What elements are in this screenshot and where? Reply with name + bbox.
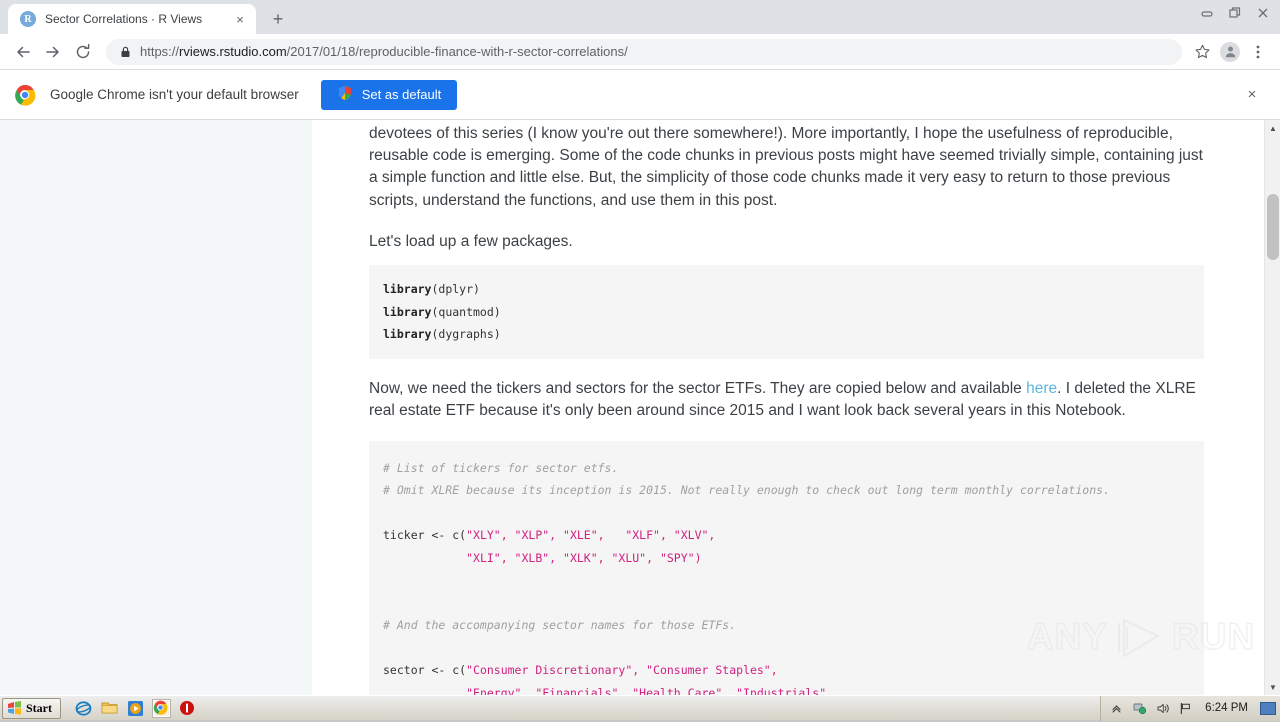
chrome-logo-icon <box>14 84 36 106</box>
page-scrollbar[interactable]: ▲ ▼ <box>1264 120 1280 695</box>
chrome-menu-icon[interactable] <box>1244 38 1272 66</box>
system-tray: 6:24 PM <box>1100 696 1280 721</box>
tab-strip: R Sector Correlations · R Views × + <box>0 0 1280 34</box>
scroll-up-icon[interactable]: ▲ <box>1265 120 1280 136</box>
google-chrome-icon[interactable] <box>153 700 170 717</box>
browser-window: R Sector Correlations · R Views × + <box>0 0 1280 695</box>
reload-icon[interactable] <box>68 37 98 67</box>
profile-avatar-icon[interactable] <box>1216 38 1244 66</box>
code-ticker-values-line1: "XLY", "XLP", "XLE", "XLF", "XLV", <box>466 528 715 542</box>
set-as-default-button[interactable]: Set as default <box>321 80 458 110</box>
lock-icon <box>118 46 132 58</box>
code-arg-dygraphs: (dygraphs) <box>431 327 500 341</box>
code-comment-tickers: # List of tickers for sector etfs. <box>383 461 618 475</box>
code-ticker-values-line2: "XLI", "XLB", "XLK", "XLU", "SPY") <box>466 551 701 565</box>
windows-taskbar: Start <box>0 695 1280 720</box>
window-controls <box>1194 2 1276 24</box>
page-viewport: devotees of this series (I know you're o… <box>0 120 1280 695</box>
show-desktop-icon[interactable] <box>1260 702 1276 715</box>
quick-launch-bar <box>75 700 196 717</box>
windows-flag-icon <box>7 701 22 715</box>
code-sector-prefix: sector <- c( <box>383 663 466 677</box>
volume-icon[interactable] <box>1155 701 1170 716</box>
forward-icon[interactable] <box>38 37 68 67</box>
stop-icon[interactable] <box>179 700 196 717</box>
code-ticker-prefix: ticker <- c( <box>383 528 466 542</box>
page-content: devotees of this series (I know you're o… <box>312 120 1264 695</box>
flag-icon[interactable] <box>1178 701 1193 716</box>
here-link[interactable]: here <box>1026 380 1057 397</box>
article-body: devotees of this series (I know you're o… <box>312 120 1264 695</box>
minimize-icon[interactable] <box>1194 2 1220 24</box>
code-comment-sectors: # And the accompanying sector names for … <box>383 618 736 632</box>
code-fn-library-3: library <box>383 327 431 341</box>
start-label: Start <box>26 701 52 716</box>
url-scheme-host: https://rviews.rstudio.com <box>140 44 287 59</box>
paragraph-tickers: Now, we need the tickers and sectors for… <box>369 359 1204 422</box>
browser-tab[interactable]: R Sector Correlations · R Views × <box>8 4 256 34</box>
address-bar[interactable]: https://rviews.rstudio.com/2017/01/18/re… <box>106 39 1182 65</box>
tab-title: Sector Correlations · R Views <box>45 12 232 26</box>
show-hidden-icons-icon[interactable] <box>1109 701 1124 716</box>
back-icon[interactable] <box>8 37 38 67</box>
infobar-message: Google Chrome isn't your default browser <box>50 87 299 102</box>
code-block-tickers-sectors: # List of tickers for sector etfs. # Omi… <box>369 441 1204 695</box>
new-tab-icon[interactable]: + <box>264 5 292 33</box>
network-icon[interactable] <box>1132 701 1147 716</box>
code-arg-dplyr: (dplyr) <box>431 282 479 296</box>
code-arg-quantmod: (quantmod) <box>431 305 500 319</box>
code-fn-library-2: library <box>383 305 431 319</box>
default-browser-infobar: Google Chrome isn't your default browser… <box>0 70 1280 120</box>
address-bar-url: https://rviews.rstudio.com/2017/01/18/re… <box>140 44 628 59</box>
code-fn-library-1: library <box>383 282 431 296</box>
paragraph-load-packages: Let's load up a few packages. <box>369 212 1204 253</box>
code-sector-values-line2: "Energy", "Financials", "Health Care", "… <box>466 686 833 695</box>
paragraph-intro: devotees of this series (I know you're o… <box>369 120 1204 212</box>
file-explorer-icon[interactable] <box>101 700 118 717</box>
scrollbar-thumb[interactable] <box>1267 194 1279 260</box>
infobar-close-icon[interactable]: × <box>1240 83 1264 107</box>
tab-favicon-icon: R <box>20 11 36 27</box>
start-button[interactable]: Start <box>2 698 61 719</box>
bookmark-star-icon[interactable] <box>1188 38 1216 66</box>
media-player-icon[interactable] <box>127 700 144 717</box>
scroll-down-icon[interactable]: ▼ <box>1265 679 1280 695</box>
code-comment-xlre: # Omit XLRE because its inception is 201… <box>383 483 1110 497</box>
set-as-default-label: Set as default <box>362 87 442 102</box>
browser-toolbar: https://rviews.rstudio.com/2017/01/18/re… <box>0 34 1280 70</box>
internet-explorer-icon[interactable] <box>75 700 92 717</box>
paragraph-tickers-before: Now, we need the tickers and sectors for… <box>369 380 1026 397</box>
code-sector-values-line1: "Consumer Discretionary", "Consumer Stap… <box>466 663 778 677</box>
tab-close-icon[interactable]: × <box>232 11 248 27</box>
close-icon[interactable] <box>1250 2 1276 24</box>
shield-icon <box>337 85 353 104</box>
taskbar-clock[interactable]: 6:24 PM <box>1201 702 1252 714</box>
code-block-libraries: library(dplyr) library(quantmod) library… <box>369 265 1204 359</box>
restore-icon[interactable] <box>1222 2 1248 24</box>
